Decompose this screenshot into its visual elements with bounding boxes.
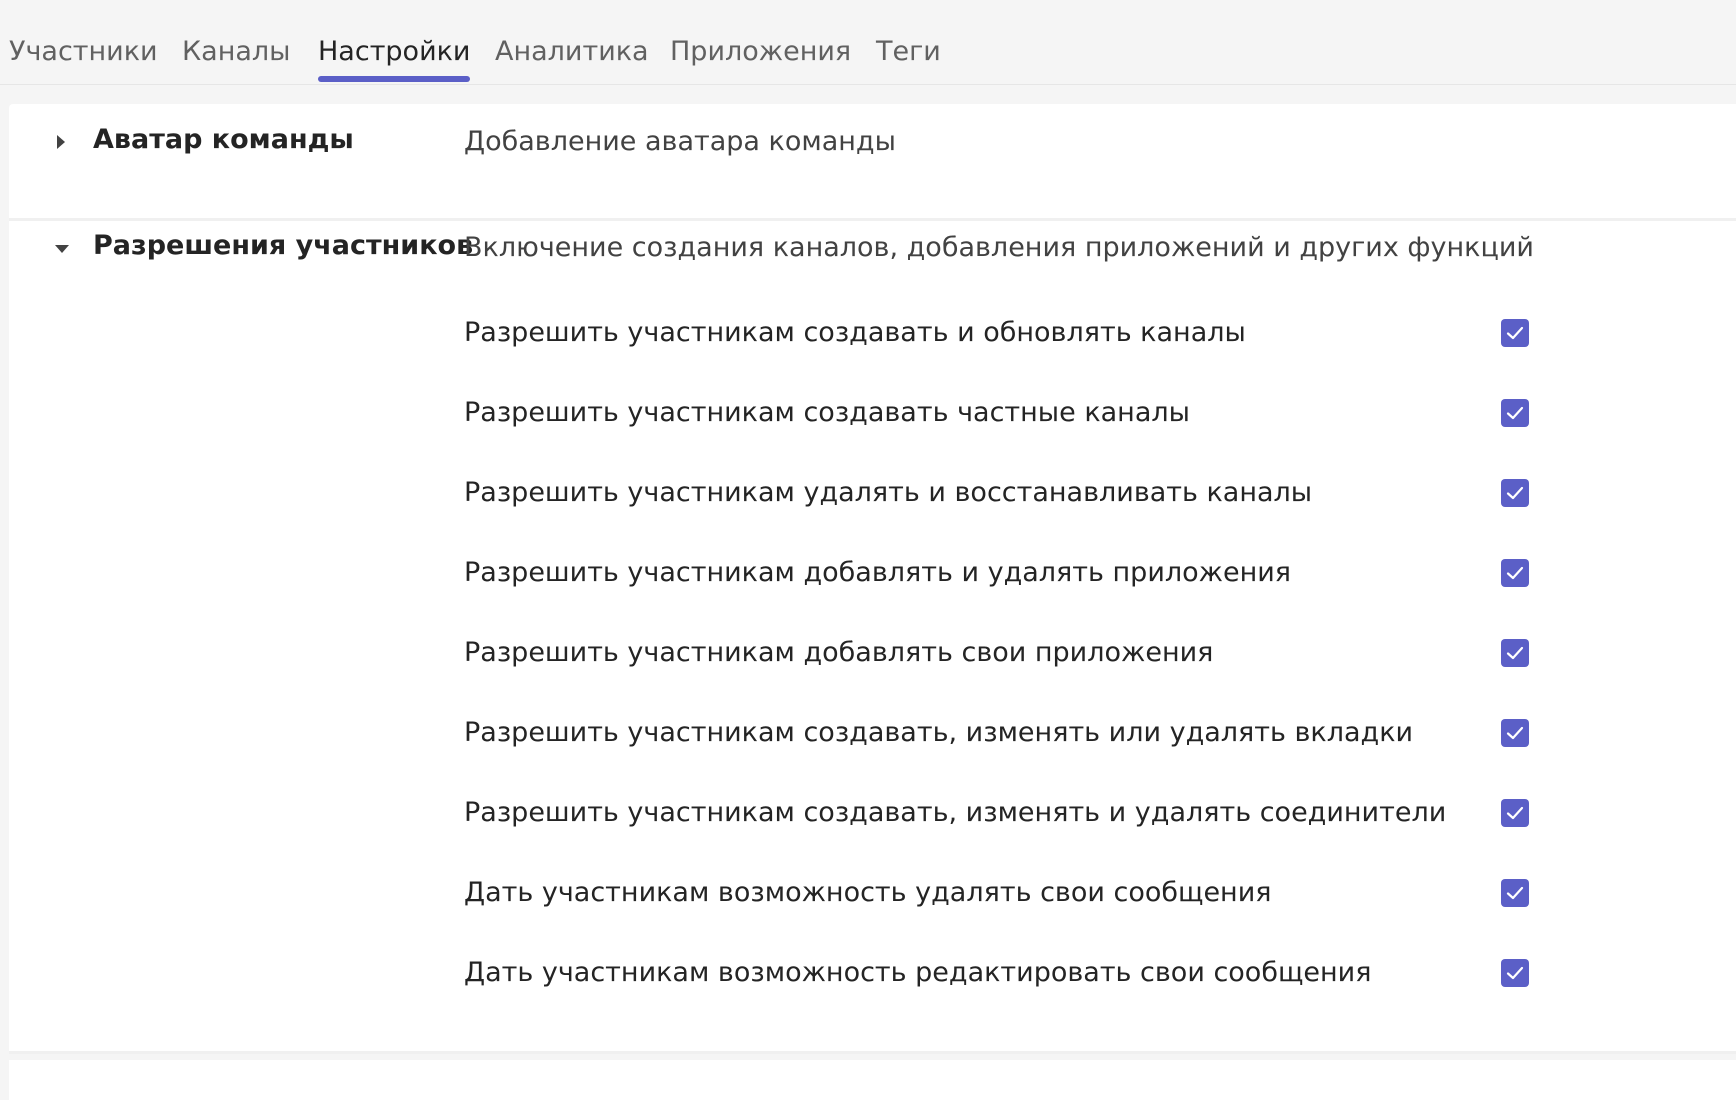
checkmark-icon (1506, 646, 1524, 660)
permission-checkbox[interactable] (1501, 319, 1529, 347)
tab-settings[interactable]: Настройки (318, 36, 471, 82)
chevron-right-icon[interactable] (57, 135, 65, 149)
tab-apps[interactable]: Приложения (670, 36, 851, 82)
permission-checkbox[interactable] (1501, 879, 1529, 907)
checkmark-icon (1506, 726, 1524, 740)
tab-members[interactable]: Участники (9, 36, 158, 82)
permission-checkbox[interactable] (1501, 399, 1529, 427)
checkmark-icon (1506, 886, 1524, 900)
permission-label: Разрешить участникам создавать и обновля… (464, 317, 1246, 348)
checkmark-icon (1506, 966, 1524, 980)
chevron-down-icon[interactable] (55, 245, 69, 253)
tab-channels[interactable]: Каналы (182, 36, 291, 82)
section-title-permissions[interactable]: Разрешения участников (93, 230, 473, 261)
permission-label: Разрешить участникам удалять и восстанав… (464, 477, 1313, 508)
permission-label: Разрешить участникам добавлять и удалять… (464, 557, 1292, 588)
permission-label: Дать участникам возможность удалять свои… (464, 877, 1272, 908)
checkmark-icon (1506, 406, 1524, 420)
permission-label: Разрешить участникам добавлять свои прил… (464, 637, 1214, 668)
permission-label: Дать участникам возможность редактироват… (464, 957, 1372, 988)
permission-checkbox[interactable] (1501, 639, 1529, 667)
tab-tags[interactable]: Теги (876, 36, 941, 82)
tab-analytics[interactable]: Аналитика (495, 36, 649, 82)
permission-label: Разрешить участникам создавать, изменять… (464, 797, 1447, 828)
next-section (9, 1060, 1736, 1100)
section-description-avatar: Добавление аватара команды (464, 126, 896, 157)
permission-label: Разрешить участникам создавать частные к… (464, 397, 1190, 428)
permission-checkbox[interactable] (1501, 559, 1529, 587)
section-divider (9, 218, 1736, 221)
checkmark-icon (1506, 326, 1524, 340)
section-title-avatar[interactable]: Аватар команды (93, 124, 354, 155)
section-description-permissions: Включение создания каналов, добавления п… (464, 232, 1534, 263)
permission-checkbox[interactable] (1501, 799, 1529, 827)
checkmark-icon (1506, 486, 1524, 500)
checkmark-icon (1506, 566, 1524, 580)
tab-bar: Участники Каналы Настройки Аналитика При… (0, 0, 1736, 85)
permission-checkbox[interactable] (1501, 959, 1529, 987)
permission-checkbox[interactable] (1501, 479, 1529, 507)
checkmark-icon (1506, 806, 1524, 820)
settings-card: Аватар команды Добавление аватара команд… (9, 104, 1736, 1054)
permission-label: Разрешить участникам создавать, изменять… (464, 717, 1414, 748)
section-divider (9, 1051, 1736, 1054)
permission-checkbox[interactable] (1501, 719, 1529, 747)
